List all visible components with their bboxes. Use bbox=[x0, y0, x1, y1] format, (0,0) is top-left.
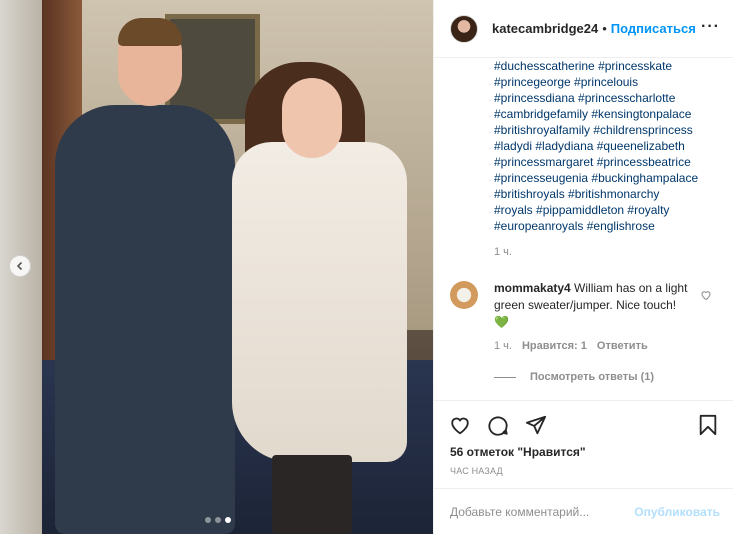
action-icons bbox=[448, 413, 548, 437]
bookmark-icon bbox=[699, 414, 717, 436]
photo-man-hair bbox=[118, 18, 182, 46]
green-heart-emoji: 💚 bbox=[494, 315, 509, 329]
hashtag-line[interactable]: #royals #pippamiddleton #royalty bbox=[494, 202, 724, 218]
caption-timestamp[interactable]: 1 ч. bbox=[494, 246, 512, 258]
comment-icon bbox=[488, 416, 508, 436]
replies-divider bbox=[494, 376, 516, 378]
carousel-dot bbox=[205, 517, 211, 523]
add-comment-bar: Опубликовать bbox=[434, 488, 733, 534]
carousel-dot bbox=[225, 517, 231, 523]
likes-count[interactable]: 56 отметок "Нравится" bbox=[450, 445, 586, 459]
post-photo[interactable] bbox=[0, 0, 433, 534]
photo-man bbox=[55, 105, 235, 534]
comment-like-button[interactable] bbox=[700, 288, 712, 306]
like-button[interactable] bbox=[448, 413, 472, 437]
hashtag-line[interactable]: #cambridgefamily #kensingtonpalace bbox=[494, 106, 724, 122]
chevron-left-icon bbox=[16, 261, 23, 271]
follow-button[interactable]: Подписаться bbox=[611, 21, 696, 36]
comment-input[interactable] bbox=[450, 504, 635, 519]
author-avatar[interactable] bbox=[450, 14, 478, 43]
share-icon bbox=[525, 415, 547, 435]
comment-button[interactable] bbox=[486, 413, 510, 437]
carousel-indicator bbox=[205, 517, 231, 523]
share-button[interactable] bbox=[524, 413, 548, 437]
view-replies-button[interactable]: Посмотреть ответы (1) bbox=[494, 371, 654, 383]
hashtag-line[interactable]: #princegeorge #princelouis bbox=[494, 74, 724, 90]
header-separator: • bbox=[602, 21, 607, 36]
hashtag-line[interactable]: #britishroyals #britishmonarchy bbox=[494, 186, 724, 202]
comment-meta: 1 ч. Нравится: 1 Ответить bbox=[494, 340, 648, 352]
commenter-avatar[interactable] bbox=[450, 281, 478, 309]
hashtag-line[interactable]: #europeanroyals #englishrose bbox=[494, 218, 724, 234]
photo-woman-face bbox=[282, 78, 342, 158]
comments-section[interactable]: #duchesscatherine #princesskate #princeg… bbox=[434, 58, 733, 400]
post-timestamp[interactable]: ЧАС НАЗАД bbox=[450, 466, 503, 476]
hashtag-line[interactable]: #princesseugenia #buckinghampalace bbox=[494, 170, 724, 186]
more-options-button[interactable]: ··· bbox=[701, 18, 720, 36]
carousel-dot bbox=[215, 517, 221, 523]
like-comment-icon bbox=[701, 291, 711, 301]
author-username[interactable]: katecambridge24 bbox=[492, 21, 598, 36]
comment-likes-count[interactable]: Нравится: 1 bbox=[522, 340, 587, 352]
post-header: katecambridge24 • Подписаться ··· bbox=[434, 0, 733, 58]
publish-button[interactable]: Опубликовать bbox=[634, 505, 720, 519]
hashtag-line[interactable]: #princessmargaret #princessbeatrice bbox=[494, 154, 724, 170]
commenter-username[interactable]: mommakaty4 bbox=[494, 281, 571, 295]
hashtag-line[interactable]: #duchesscatherine #princesskate bbox=[494, 58, 724, 74]
carousel-prev-button[interactable] bbox=[9, 255, 31, 277]
heart-icon bbox=[451, 417, 469, 435]
hashtag-line[interactable]: #ladydi #ladydiana #queenelizabeth bbox=[494, 138, 724, 154]
hashtag-line[interactable]: #princessdiana #princesscharlotte bbox=[494, 90, 724, 106]
reply-button[interactable]: Ответить bbox=[597, 340, 648, 352]
photo-woman-legs bbox=[272, 455, 352, 534]
save-button[interactable] bbox=[696, 413, 720, 437]
photo-woman-coat bbox=[232, 142, 407, 462]
caption-hashtags: #duchesscatherine #princesskate #princeg… bbox=[494, 58, 724, 234]
comment-body: mommakaty4 William has on a light green … bbox=[494, 280, 694, 331]
view-replies-label: Посмотреть ответы (1) bbox=[530, 371, 655, 383]
post-actions: 56 отметок "Нравится" ЧАС НАЗАД bbox=[434, 400, 733, 488]
hashtag-line[interactable]: #britishroyalfamily #childrensprincess bbox=[494, 122, 724, 138]
post-side-panel: katecambridge24 • Подписаться ··· #duche… bbox=[433, 0, 733, 534]
comment-timestamp[interactable]: 1 ч. bbox=[494, 340, 512, 352]
